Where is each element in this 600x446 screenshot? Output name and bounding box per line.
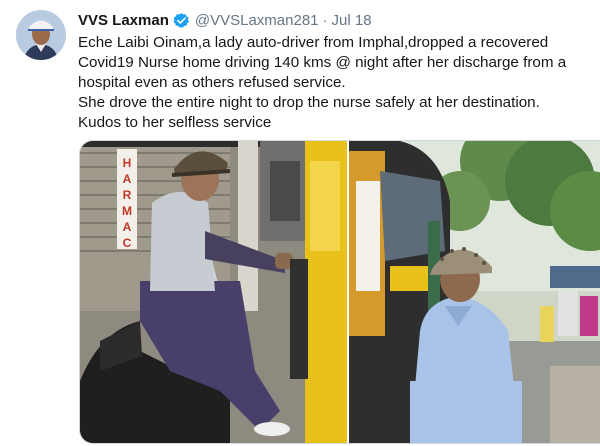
woman-beside-auto-rickshaw-photo-icon[interactable]	[349, 141, 600, 443]
verified-badge-icon	[173, 12, 189, 28]
woman-in-auto-rickshaw-photo-icon[interactable]: H A R M A C	[80, 141, 347, 443]
tweet-header: VVS Laxman @VVSLaxman281 · Jul 18	[78, 9, 372, 31]
svg-text:R: R	[123, 188, 132, 202]
tweet[interactable]: VVS Laxman @VVSLaxman281 · Jul 18 Eche L…	[0, 0, 600, 446]
tweet-text-line: Kudos to her selfless service	[78, 114, 272, 131]
author-handle[interactable]: @VVSLaxman281	[195, 12, 319, 29]
tweet-text-line: hospital even as others refused service.	[78, 74, 346, 91]
author-name[interactable]: VVS Laxman	[78, 12, 169, 29]
svg-text:M: M	[122, 204, 132, 218]
svg-text:A: A	[123, 172, 132, 186]
tweet-text-line: She drove the entire night to drop the n…	[78, 94, 540, 111]
svg-text:H: H	[123, 156, 132, 170]
author-avatar[interactable]	[16, 10, 66, 60]
user-avatar-photo-icon	[16, 10, 66, 60]
tweet-media[interactable]: H A R M A C	[79, 140, 600, 444]
separator-dot: ·	[322, 11, 328, 29]
svg-text:A: A	[123, 220, 132, 234]
tweet-date[interactable]: Jul 18	[332, 12, 372, 29]
svg-text:C: C	[123, 236, 132, 250]
tweet-text: Eche Laibi Oinam,a lady auto-driver from…	[78, 33, 593, 133]
tweet-text-line: Covid19 Nurse home driving 140 kms @ nig…	[78, 54, 567, 71]
tweet-text-line: Eche Laibi Oinam,a lady auto-driver from…	[78, 34, 549, 51]
